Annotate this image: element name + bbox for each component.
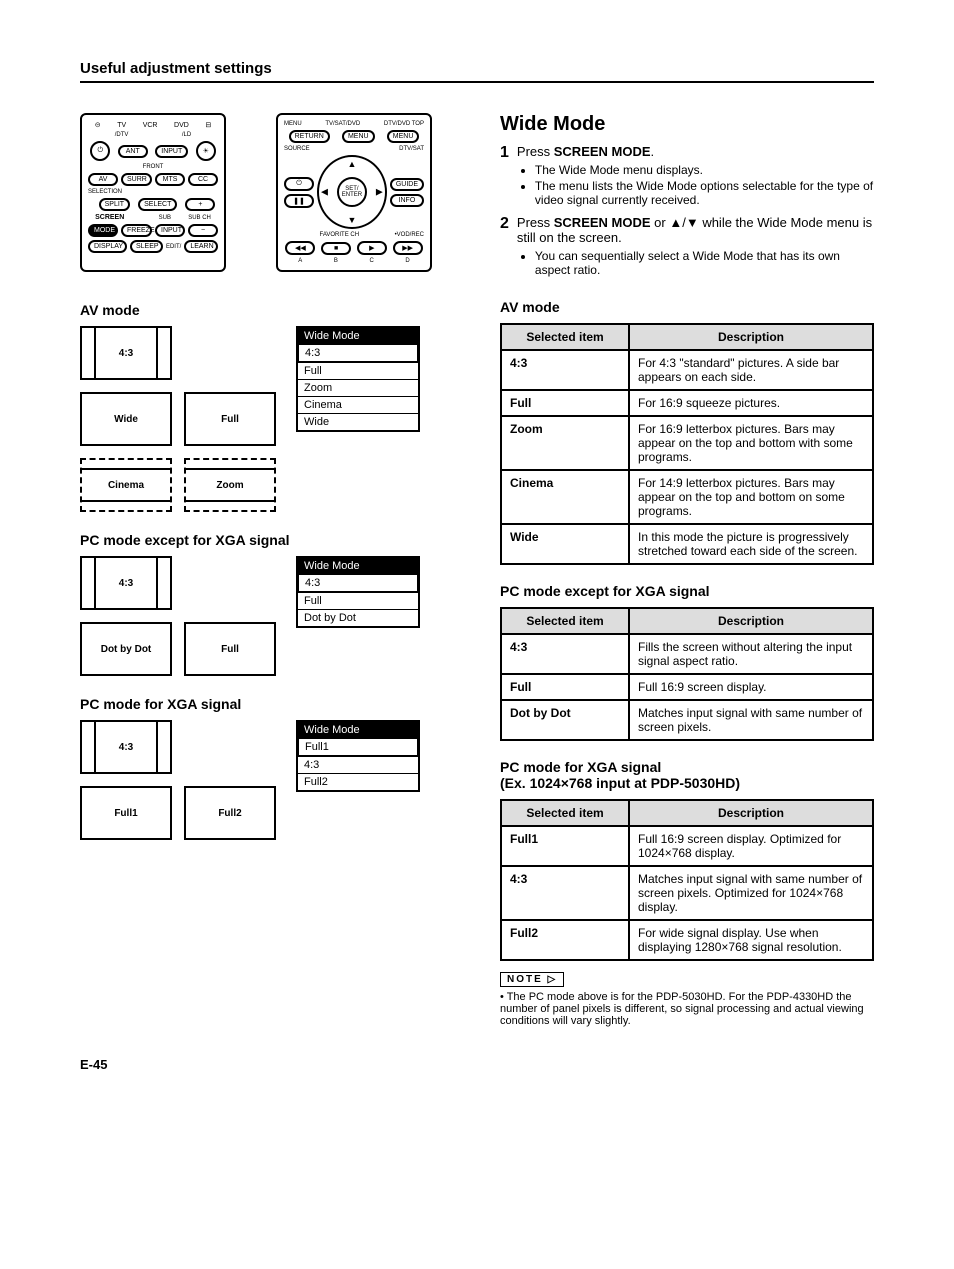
pc-nonxga-table: Selected itemDescription 4:3Fills the sc… [500,607,874,741]
pc-xga-table: Selected itemDescription Full1Full 16:9 … [500,799,874,961]
step: 2Press SCREEN MODE or ▲/▼ while the Wide… [500,215,874,281]
dpad: ▲▼◀▶ SET/ ENTER [317,155,387,229]
pc-nonxga-right-title: PC mode except for XGA signal [500,583,874,599]
table-row: Dot by DotMatches input signal with same… [501,700,873,740]
table-row: 4:3Matches input signal with same number… [501,866,873,920]
thumb-pc-43: 4:3 [80,556,172,610]
table-row: ZoomFor 16:9 letterbox pictures. Bars ma… [501,416,873,470]
page-title: Useful adjustment settings [80,60,874,83]
thumb-full: Full [184,392,276,446]
av-mode-left-title: AV mode [80,302,460,318]
step: 1Press SCREEN MODE.The Wide Mode menu di… [500,144,874,211]
remote-diagrams: ⊝TVVCRDVD⊟ /DTV/LD ⏻ANTINPUT☀ FRONT AVSU… [80,113,460,272]
pc-xga-right-subtitle: (Ex. 1024×768 input at PDP-5030HD) [500,775,874,791]
pc-nonxga-left-title: PC mode except for XGA signal [80,532,460,548]
table-row: CinemaFor 14:9 letterbox pictures. Bars … [501,470,873,524]
table-row: WideIn this mode the picture is progress… [501,524,873,564]
remote-left: ⊝TVVCRDVD⊟ /DTV/LD ⏻ANTINPUT☀ FRONT AVSU… [80,113,226,272]
thumb-xga-full1: Full1 [80,786,172,840]
note-label: NOTE [500,972,564,987]
thumb-cinema: Cinema [80,458,172,512]
table-row: 4:3For 4:3 "standard" pictures. A side b… [501,350,873,390]
note-box: NOTE • The PC mode above is for the PDP-… [500,971,874,1027]
osd-av: Wide Mode 4:3 Full Zoom Cinema Wide [296,326,420,432]
thumb-pc-dotbydot: Dot by Dot [80,622,172,676]
note-text: • The PC mode above is for the PDP-5030H… [500,991,874,1027]
table-row: FullFull 16:9 screen display. [501,674,873,700]
pc-xga-right-title: PC mode for XGA signal [500,759,874,775]
thumb-zoom: Zoom [184,458,276,512]
remote-right: MENUTV/SAT/DVDDTV/DVD TOP RETURNMENUMENU… [276,113,432,272]
thumb-xga-full2: Full2 [184,786,276,840]
table-row: 4:3Fills the screen without altering the… [501,634,873,674]
thumb-pc-full: Full [184,622,276,676]
osd-pc-nonxga: Wide Mode 4:3 Full Dot by Dot [296,556,420,628]
osd-pc-xga: Wide Mode Full1 4:3 Full2 [296,720,420,792]
av-table: Selected itemDescription 4:3For 4:3 "sta… [500,323,874,565]
av-mode-right-title: AV mode [500,299,874,315]
thumb-xga-43: 4:3 [80,720,172,774]
table-row: Full2For wide signal display. Use when d… [501,920,873,960]
table-row: Full1Full 16:9 screen display. Optimized… [501,826,873,866]
thumb-wide: Wide [80,392,172,446]
page-number: E-45 [80,1057,874,1072]
thumb-4-3: 4:3 [80,326,172,380]
table-row: FullFor 16:9 squeeze pictures. [501,390,873,416]
pc-xga-left-title: PC mode for XGA signal [80,696,460,712]
wide-mode-title: Wide Mode [500,113,874,136]
